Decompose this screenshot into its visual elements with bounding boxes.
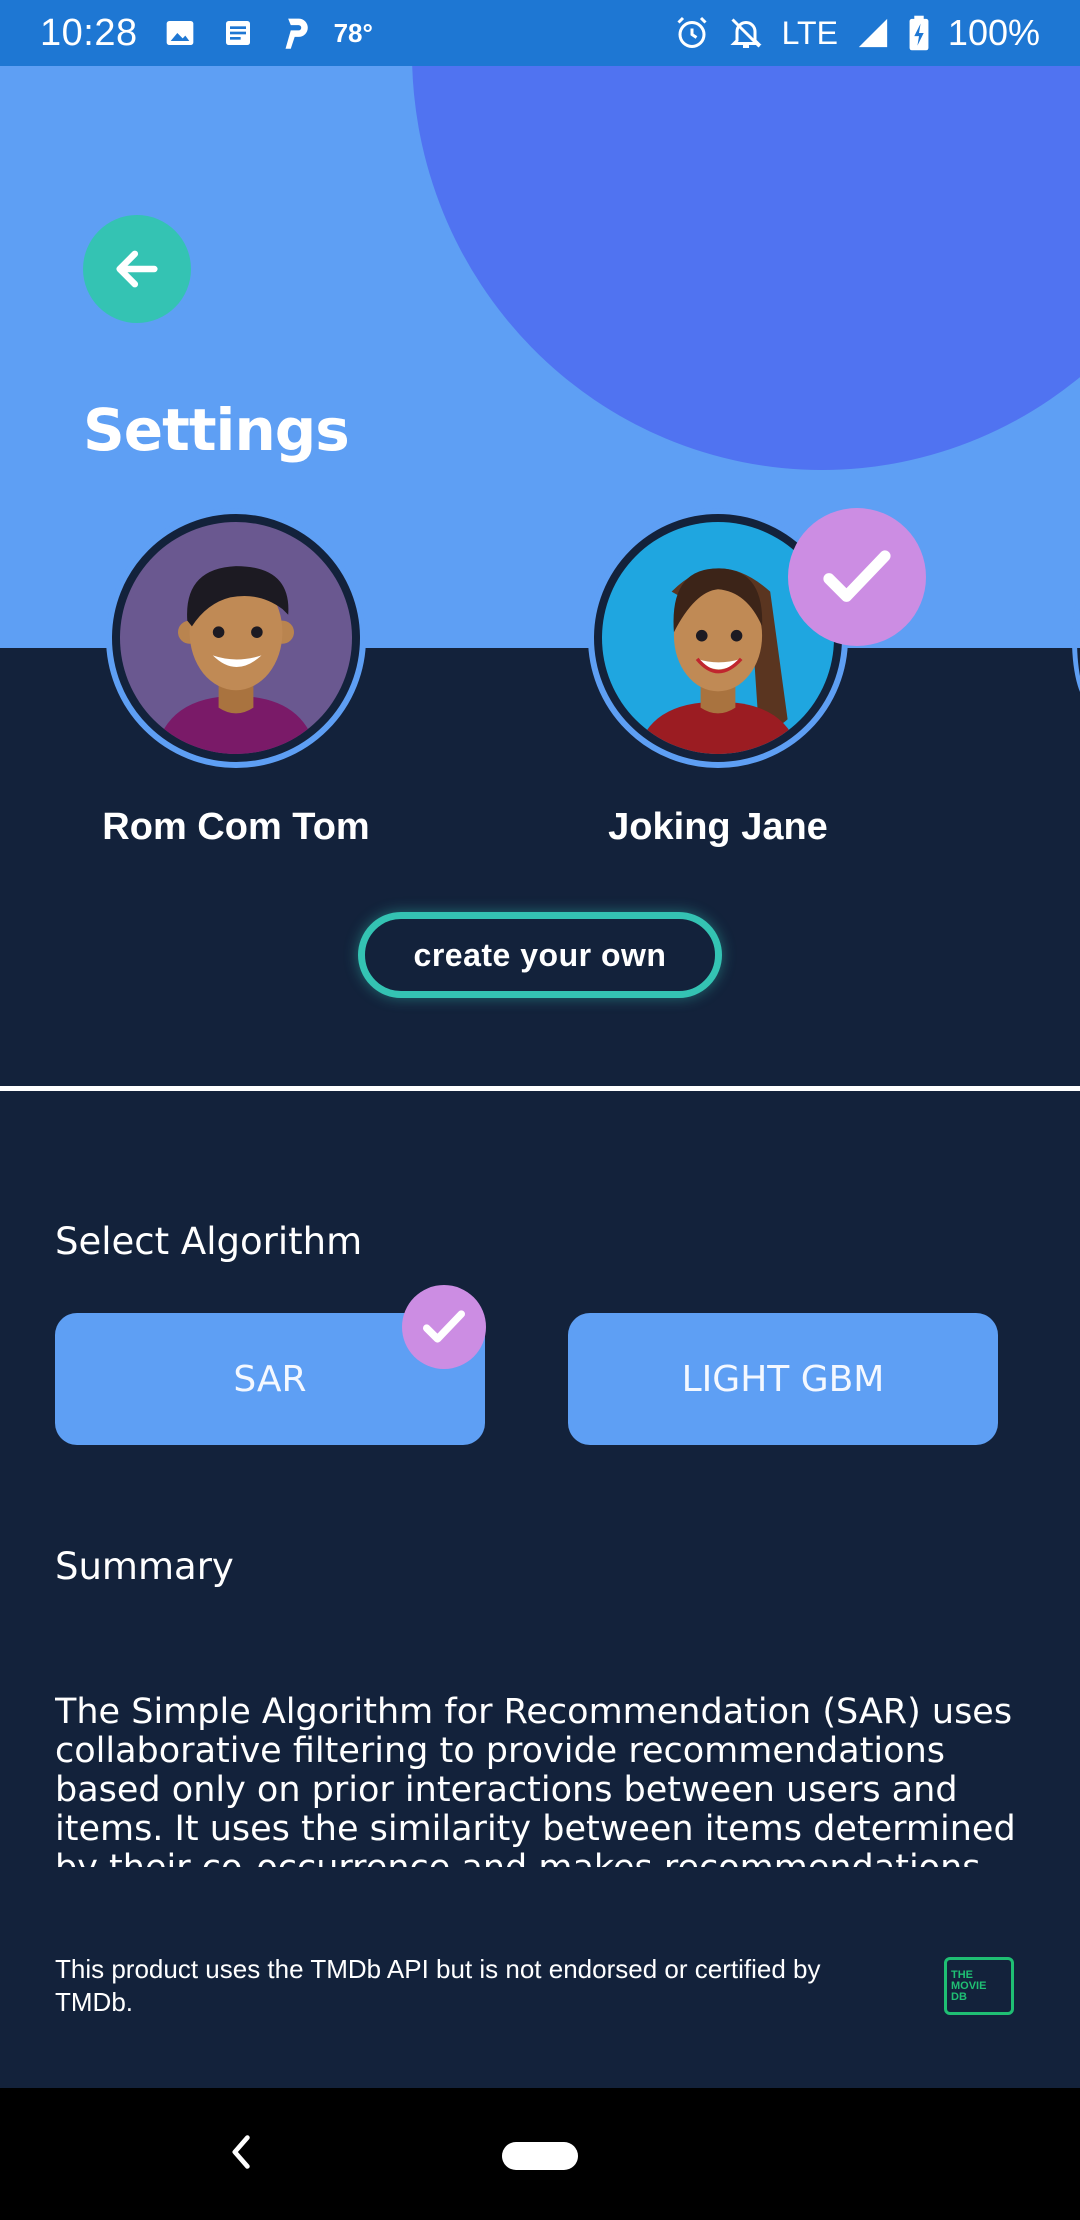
check-icon [823,550,891,602]
profile-name: Rom Com Tom [102,806,370,848]
nav-back-button[interactable] [222,2132,262,2172]
status-time: 10:28 [40,11,138,54]
divider [0,1086,1080,1091]
status-bar: 10:28 78° LTE 100% [0,0,1080,66]
status-right: LTE 100% [674,12,1040,54]
summary-label: Summary [55,1545,234,1588]
logo-text: MOVIE [951,1979,987,1992]
battery-charging-icon [908,14,930,52]
signal-icon [856,16,890,50]
profile-name: Joking Jane [608,806,828,848]
bell-off-icon [728,15,764,51]
check-icon [422,1310,466,1343]
algorithm-option-label: SAR [233,1358,307,1400]
chevron-left-icon [232,2135,250,2169]
algorithm-option-label: LIGHT GBM [681,1358,885,1400]
algorithm-light-gbm-button[interactable]: LIGHT GBM [568,1313,998,1445]
system-nav-bar [0,2088,1080,2220]
header-decoration [412,66,1080,470]
settings-screen: 10:28 78° LTE 100% Settings Rom Com Tom … [0,0,1080,2220]
arrow-left-icon [116,250,158,288]
selected-profile-badge [788,508,926,646]
page-title: Settings [83,396,350,464]
status-left: 10:28 78° [40,12,373,55]
select-algorithm-label: Select Algorithm [55,1220,363,1263]
parking-icon [280,16,312,50]
battery-level: 100% [947,12,1040,53]
temperature: 78° [333,17,373,48]
tmdb-disclaimer: This product uses the TMDb API but is no… [55,1954,821,2017]
alarm-icon [674,15,710,51]
summary-text[interactable]: The Simple Algorithm for Recommendation … [55,1693,1025,1867]
avatar-tom [120,522,352,754]
news-icon [222,17,254,49]
nav-home-button[interactable] [502,2142,578,2170]
avatar [106,508,366,768]
logo-text: THE [951,1968,973,1981]
network-type: LTE [781,14,838,51]
logo-text: DB [951,1990,967,2003]
back-button[interactable] [83,215,191,323]
selected-algorithm-badge [402,1285,486,1369]
profile-rom-com-tom[interactable]: Rom Com Tom [102,508,370,849]
create-your-own-button[interactable]: create your own [358,912,722,998]
image-icon [164,17,196,49]
tmdb-logo: THE MOVIE DB [944,1957,1014,2015]
